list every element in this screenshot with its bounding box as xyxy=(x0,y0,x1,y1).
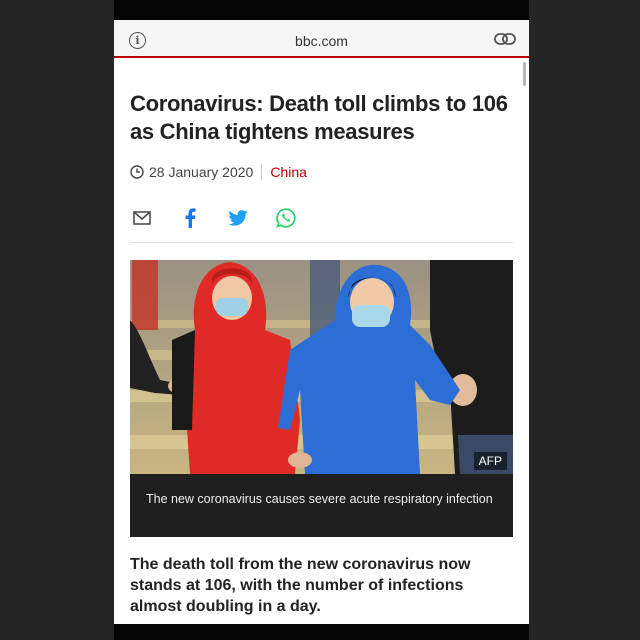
clock-icon xyxy=(130,165,144,179)
children-wearing-masks-photo xyxy=(130,260,513,474)
twitter-icon[interactable] xyxy=(226,206,250,230)
link-icon[interactable] xyxy=(494,32,516,51)
article-meta: 28 January 2020 China xyxy=(130,163,307,181)
share-divider xyxy=(130,242,513,243)
address-bar[interactable]: i bbc.com xyxy=(114,20,529,58)
browser-screen: i bbc.com Coronavirus: Death toll climbs… xyxy=(114,20,529,624)
phone-bottom-bezel xyxy=(114,624,529,640)
image-caption: The new coronavirus causes severe acute … xyxy=(130,474,513,537)
article-lead-paragraph: The death toll from the new coronavirus … xyxy=(130,556,471,615)
image-credit: AFP xyxy=(473,452,507,470)
share-bar xyxy=(130,206,514,230)
scrollbar[interactable] xyxy=(523,62,526,86)
url-host[interactable]: bbc.com xyxy=(114,33,529,49)
article-category-link[interactable]: China xyxy=(270,164,307,180)
whatsapp-icon[interactable] xyxy=(274,206,298,230)
email-icon[interactable] xyxy=(130,206,154,230)
facebook-icon[interactable] xyxy=(178,206,202,230)
article-photo: AFP xyxy=(130,260,513,474)
meta-divider xyxy=(261,164,263,180)
phone-top-bezel xyxy=(114,0,529,20)
article-date: 28 January 2020 xyxy=(149,164,254,180)
article-headline: Coronavirus: Death toll climbs to 106 as… xyxy=(130,91,508,144)
